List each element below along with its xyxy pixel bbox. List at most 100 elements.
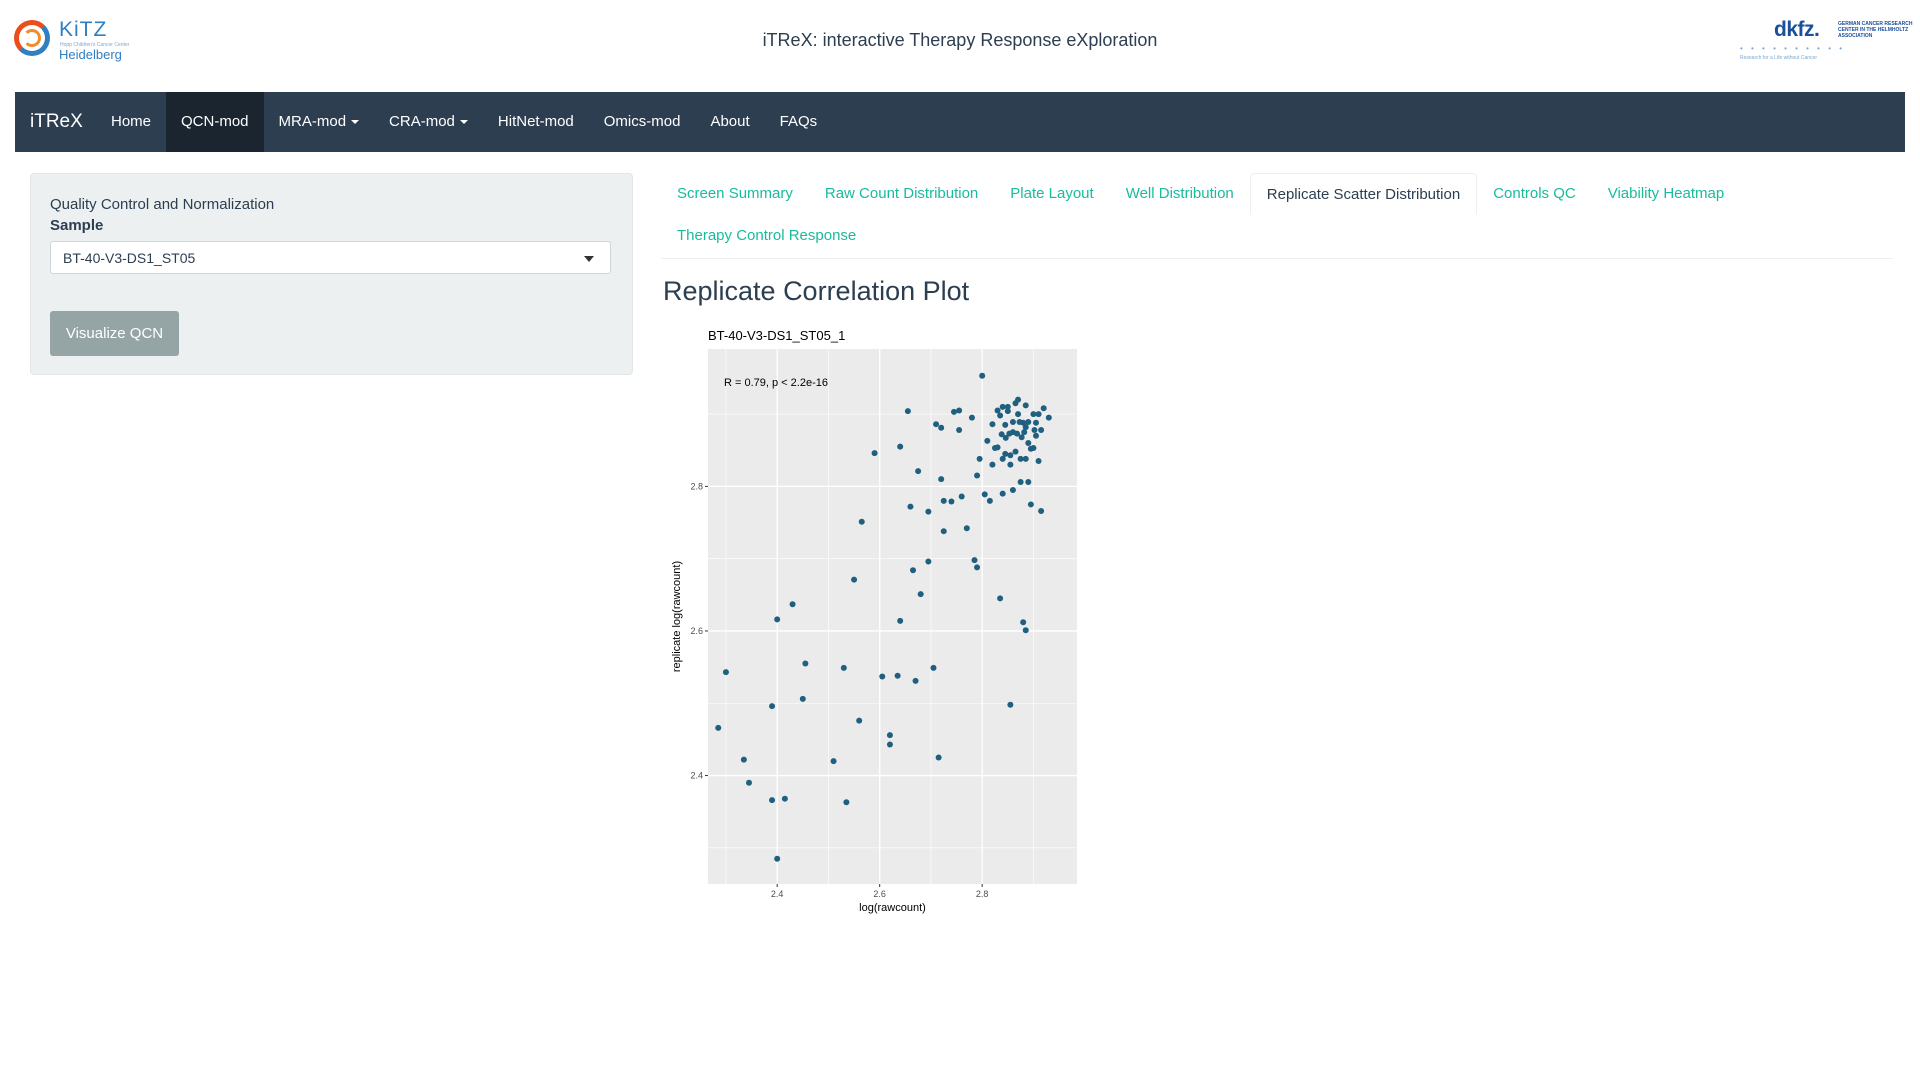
dkfz-logo[interactable]: dkfz. GERMAN CANCER RESEARCH CENTER IN T… — [1740, 18, 1913, 66]
scatter-point — [994, 444, 1001, 451]
scatter-point — [958, 493, 965, 500]
x-tick-label: 2.4 — [771, 889, 784, 899]
scatter-point — [1022, 627, 1029, 634]
nav-item-hitnet-mod[interactable]: HitNet-mod — [483, 92, 589, 152]
nav-item-label: MRA-mod — [278, 113, 347, 130]
dkfz-dots-decoration: • • • • • • • • • • — [1740, 44, 1846, 53]
tab-therapy-control-response[interactable]: Therapy Control Response — [661, 215, 872, 257]
scatter-point — [976, 455, 983, 462]
nav-item-mra-mod[interactable]: MRA-mod — [264, 92, 375, 152]
nav-item-label: CRA-mod — [389, 113, 455, 130]
nav-item-cra-mod[interactable]: CRA-mod — [374, 92, 483, 152]
scatter-point — [974, 472, 981, 479]
visualize-qcn-button[interactable]: Visualize QCN — [50, 311, 179, 356]
scatter-point — [989, 461, 996, 468]
tab-replicate-scatter-distribution[interactable]: Replicate Scatter Distribution — [1249, 173, 1478, 215]
scatter-point — [1038, 507, 1045, 514]
caret-down-icon — [459, 120, 468, 125]
scatter-point — [997, 412, 1004, 419]
scatter-point — [956, 407, 963, 414]
scatter-point — [904, 408, 911, 415]
scatter-point — [938, 424, 945, 431]
y-tick-label: 2.6 — [690, 626, 703, 636]
sidebar-panel: Quality Control and Normalization Sample… — [30, 173, 633, 375]
sample-select[interactable]: BT-40-V3-DS1_ST05 — [50, 241, 611, 274]
scatter-point — [940, 497, 947, 504]
scatter-point — [997, 595, 1004, 602]
scatter-point — [933, 421, 940, 428]
scatter-point — [940, 528, 947, 535]
scatter-point — [1038, 426, 1045, 433]
scatter-point — [1007, 701, 1014, 708]
scatter-point — [1022, 455, 1029, 462]
scatter-point — [979, 372, 986, 379]
scatter-point — [974, 564, 981, 571]
scatter-point — [879, 673, 886, 680]
scatter-point — [1025, 479, 1032, 486]
scatter-point — [912, 677, 919, 684]
y-tick-label: 2.4 — [690, 771, 703, 781]
scatter-point — [715, 724, 722, 731]
scatter-point — [774, 855, 781, 862]
nav-item-home[interactable]: Home — [96, 92, 166, 152]
scatter-point — [1033, 419, 1039, 426]
scatter-point — [981, 491, 988, 498]
nav-item-label: About — [710, 113, 750, 130]
scatter-point — [971, 557, 978, 564]
nav-item-label: Home — [111, 113, 152, 130]
scatter-point — [963, 525, 970, 532]
scatter-point — [1025, 419, 1032, 426]
nav-item-label: Omics-mod — [603, 113, 681, 130]
scatter-point — [1017, 479, 1024, 486]
scatter-point — [999, 403, 1006, 410]
tab-controls-qc[interactable]: Controls QC — [1477, 173, 1592, 215]
scatter-point — [968, 414, 975, 421]
scatter-point — [917, 591, 924, 598]
scatter-point — [951, 408, 957, 415]
tab-raw-count-distribution[interactable]: Raw Count Distribution — [809, 173, 994, 215]
scatter-point — [1030, 411, 1037, 418]
tab-screen-summary[interactable]: Screen Summary — [661, 173, 809, 215]
tab-row-1: Screen Summary Raw Count Distribution Pl… — [661, 173, 1740, 215]
scatter-point — [1030, 445, 1037, 452]
scatter-point — [769, 797, 776, 804]
caret-down-icon — [351, 120, 360, 125]
dkfz-logo-subtitle: GERMAN CANCER RESEARCH CENTER IN THE HEL… — [1838, 21, 1913, 39]
scatter-point — [925, 558, 932, 565]
nav-item-omics-mod[interactable]: Omics-mod — [589, 92, 696, 152]
scatter-point — [989, 421, 996, 428]
scatter-point — [1020, 619, 1027, 626]
scatter-point — [1002, 421, 1009, 428]
scatter-point — [830, 758, 837, 765]
scatter-point — [858, 518, 865, 525]
nav-item-qcn-mod[interactable]: QCN-mod — [166, 92, 264, 152]
scatter-point — [925, 508, 932, 515]
scatter-point — [871, 450, 878, 457]
tab-viability-heatmap[interactable]: Viability Heatmap — [1592, 173, 1740, 215]
navbar-brand[interactable]: iTReX — [30, 92, 83, 152]
scatter-point — [886, 732, 893, 739]
scatter-point — [1007, 461, 1014, 468]
scatter-point — [781, 795, 788, 802]
scatter-point — [1033, 432, 1039, 439]
nav-item-label: HitNet-mod — [497, 113, 574, 130]
scatter-point — [769, 703, 776, 710]
nav-item-about[interactable]: About — [695, 92, 764, 152]
main-navbar: iTReX Home QCN-mod MRA-mod CRA-mod HitNe… — [15, 92, 1905, 152]
nav-item-label: FAQs — [779, 113, 818, 130]
scatter-point — [998, 431, 1005, 438]
scatter-point — [1031, 426, 1038, 433]
scatter-point — [1022, 402, 1029, 409]
tab-well-distribution[interactable]: Well Distribution — [1110, 173, 1250, 215]
scatter-point — [1045, 414, 1052, 421]
scatter-point — [948, 498, 955, 505]
tab-row-2: Therapy Control Response — [661, 215, 872, 257]
scatter-point — [1025, 439, 1032, 446]
dkfz-logo-name: dkfz. — [1774, 18, 1820, 41]
dkfz-logo-tagline: Research for a Life without Cancer — [1740, 55, 1817, 61]
tab-plate-layout[interactable]: Plate Layout — [994, 173, 1109, 215]
app-title: iTReX: interactive Therapy Response eXpl… — [762, 30, 1158, 50]
nav-item-faqs[interactable]: FAQs — [765, 92, 833, 152]
scatter-point — [1035, 411, 1042, 418]
scatter-point — [999, 490, 1006, 497]
